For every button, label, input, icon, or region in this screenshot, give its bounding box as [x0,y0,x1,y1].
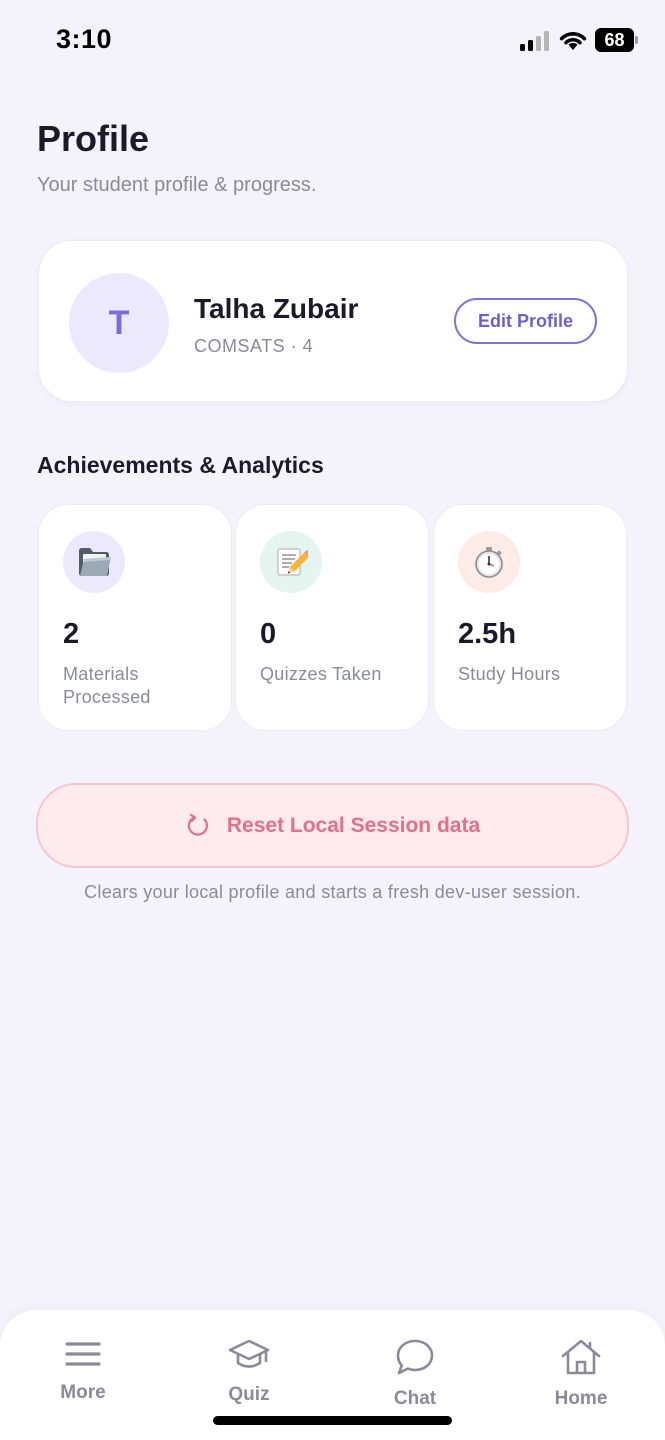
stat-label: Materials Processed [63,664,151,707]
stat-card-study-hours: 2.5h Study Hours [433,504,627,731]
stat-label: Study Hours [458,664,561,684]
nav-item-quiz[interactable]: Quiz [194,1338,304,1408]
nav-item-chat[interactable]: Chat [360,1338,470,1409]
nav-label: Home [554,1388,608,1409]
chat-bubble-icon [396,1339,434,1375]
nav-item-home[interactable]: Home [526,1338,636,1409]
reset-note: Clears your local profile and starts a f… [84,882,581,902]
nav-label: Quiz [228,1384,270,1405]
stopwatch-icon [458,531,520,593]
stat-card-quizzes: 0 Quizzes Taken [235,504,429,731]
stat-value: 2.5h [458,618,517,650]
avatar: T [69,273,169,373]
nav-label: More [60,1382,106,1403]
profile-name: Talha Zubair [194,293,359,324]
graduation-cap-icon [228,1339,270,1368]
achievements-title: Achievements & Analytics [37,452,324,478]
home-icon [561,1339,601,1375]
page-title: Profile [37,118,150,159]
menu-icon [65,1342,101,1366]
reset-session-button[interactable]: Reset Local Session data [36,783,629,868]
home-indicator [213,1416,452,1425]
stat-value: 0 [260,618,277,650]
status-time: 3:10 [56,24,113,54]
cellular-signal-icon [520,31,552,51]
memo-pencil-icon [260,531,322,593]
wifi-icon [559,32,587,50]
page-subtitle: Your student profile & progress. [37,174,317,196]
nav-item-more[interactable]: More [28,1338,138,1408]
profile-screen: 3:10 68 Profile Your student profile & p… [0,0,665,1440]
reset-label: Reset Local Session data [226,813,481,837]
stat-value: 2 [63,618,80,650]
nav-label: Chat [393,1388,437,1409]
profile-card: T Talha Zubair COMSATS · 4 Edit Profile [38,240,628,402]
folder-icon [63,531,125,593]
profile-institution: COMSATS · 4 [194,336,314,356]
stat-card-materials: 2 Materials Processed [38,504,232,731]
edit-profile-button[interactable]: Edit Profile [454,298,597,344]
status-bar: 3:10 68 [0,0,665,80]
refresh-icon [187,813,208,836]
battery-icon: 68 [595,28,639,52]
battery-level: 68 [604,30,625,50]
stat-label: Quizzes Taken [260,664,382,684]
